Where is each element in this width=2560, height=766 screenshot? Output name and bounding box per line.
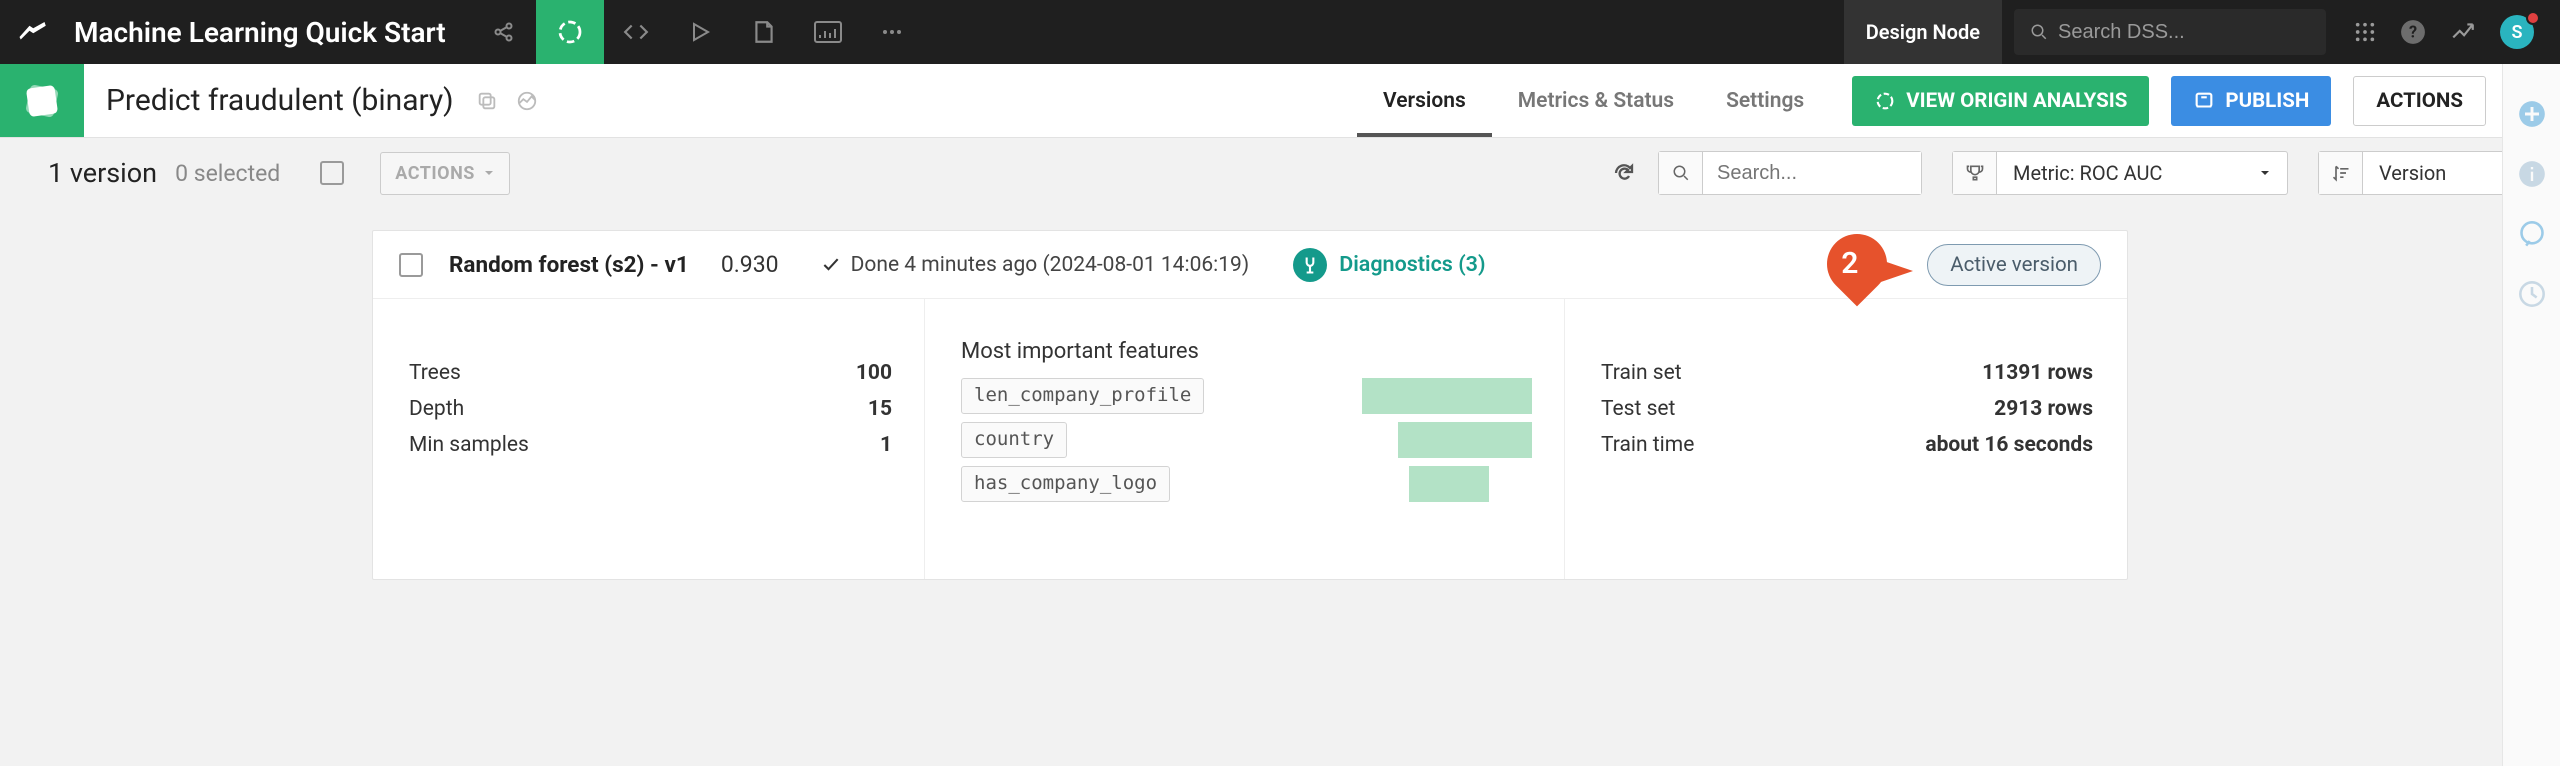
history-icon[interactable]: [2518, 280, 2546, 308]
user-avatar[interactable]: S: [2500, 15, 2538, 49]
share-icon[interactable]: [472, 0, 536, 64]
flow-icon[interactable]: [536, 0, 604, 64]
importance-bar: [1362, 378, 1532, 414]
feature-row: has_company_logo: [961, 466, 1532, 502]
importance-bar: [1409, 466, 1489, 502]
publish-icon: [2193, 90, 2215, 112]
feature-importance-panel: Most important features len_company_prof…: [925, 299, 1565, 579]
actions-button[interactable]: ACTIONS: [2353, 76, 2486, 126]
model-score: 0.930: [721, 251, 779, 278]
help-icon[interactable]: ?: [2400, 19, 2426, 45]
tab-settings[interactable]: Settings: [1700, 64, 1830, 137]
page-title: Predict fraudulent (binary): [84, 64, 454, 137]
training-status: Done 4 minutes ago (2024-08-01 14:06:19): [821, 253, 1250, 277]
add-icon[interactable]: [2518, 100, 2546, 128]
copy-icon[interactable]: [476, 90, 498, 112]
feature-importance-title: Most important features: [961, 339, 1532, 364]
activity-icon[interactable]: [2450, 19, 2476, 45]
right-dock: [2502, 64, 2560, 766]
card-header: Random forest (s2) - v1 0.930 Done 4 min…: [373, 231, 2127, 299]
selected-count: 0 selected: [175, 160, 280, 187]
active-version-badge[interactable]: Active version: [1927, 244, 2101, 286]
select-all-checkbox[interactable]: [320, 161, 344, 185]
notification-dot: [2526, 11, 2540, 25]
dataset-icon[interactable]: [732, 0, 796, 64]
chat-icon[interactable]: [2518, 220, 2546, 248]
chevron-down-icon: [483, 167, 495, 179]
search-versions[interactable]: [1658, 151, 1922, 195]
publish-label: PUBLISH: [2225, 89, 2309, 113]
code-icon[interactable]: [604, 0, 668, 64]
dashboard-icon[interactable]: [796, 0, 860, 64]
info-icon[interactable]: [2518, 160, 2546, 188]
global-search-input[interactable]: [2058, 21, 2310, 44]
version-count: 1 version: [48, 157, 157, 189]
training-stats-panel: Train set11391 rows Test set2913 rows Tr…: [1565, 299, 2125, 579]
view-origin-label: VIEW ORIGIN ANALYSIS: [1906, 89, 2127, 113]
feature-chip: has_company_logo: [961, 466, 1170, 502]
apps-grid-icon[interactable]: [2354, 21, 2376, 43]
search-versions-input[interactable]: [1703, 152, 1921, 194]
design-node-label[interactable]: Design Node: [1844, 0, 2002, 64]
model-version-card: Random forest (s2) - v1 0.930 Done 4 min…: [372, 230, 2128, 580]
svg-text:?: ?: [2409, 22, 2417, 41]
hyperparameters-panel: Trees100 Depth15 Min samples1: [373, 299, 925, 579]
page-subheader: Predict fraudulent (binary) Versions Met…: [0, 64, 2560, 138]
select-version-checkbox[interactable]: [399, 253, 423, 277]
app-logo[interactable]: [0, 0, 64, 64]
tab-versions[interactable]: Versions: [1357, 64, 1492, 137]
bulk-actions-label: ACTIONS: [395, 163, 475, 184]
diagnostics-icon: [1293, 248, 1327, 282]
filter-bar: 1 version 0 selected ACTIONS Metric: ROC…: [0, 138, 2560, 208]
trophy-icon: [1953, 152, 1997, 194]
target-icon: [1874, 90, 1896, 112]
importance-bar: [1398, 422, 1532, 458]
publish-button[interactable]: PUBLISH: [2171, 76, 2331, 126]
global-topbar: Machine Learning Quick Start Design Node…: [0, 0, 2560, 64]
avatar-initial: S: [2512, 22, 2523, 43]
tab-metrics[interactable]: Metrics & Status: [1492, 64, 1700, 137]
feature-row: country: [961, 422, 1532, 458]
check-icon: [821, 255, 841, 275]
bulk-actions-dropdown[interactable]: ACTIONS: [380, 152, 510, 195]
feature-chip: country: [961, 422, 1067, 458]
view-origin-analysis-button[interactable]: VIEW ORIGIN ANALYSIS: [1852, 76, 2149, 126]
page-tabs: Versions Metrics & Status Settings: [1357, 64, 1830, 137]
search-icon: [1659, 152, 1703, 194]
model-icon[interactable]: [0, 64, 84, 137]
chevron-down-icon: [2259, 167, 2271, 179]
annotation-marker: 2: [1809, 240, 1905, 290]
sort-select-label: Version: [2379, 161, 2446, 185]
globe-icon[interactable]: [516, 90, 538, 112]
play-icon[interactable]: [668, 0, 732, 64]
sort-icon: [2319, 152, 2363, 194]
metric-select-label: Metric: ROC AUC: [2013, 161, 2162, 185]
metric-select[interactable]: Metric: ROC AUC: [1952, 151, 2288, 195]
more-icon[interactable]: [860, 0, 924, 64]
feature-chip: len_company_profile: [961, 378, 1204, 414]
model-name[interactable]: Random forest (s2) - v1: [449, 252, 689, 278]
search-icon: [2030, 22, 2048, 42]
global-search[interactable]: [2014, 9, 2326, 55]
diagnostics-link[interactable]: Diagnostics (3): [1293, 248, 1485, 282]
refresh-icon[interactable]: [1612, 161, 1636, 185]
project-title[interactable]: Machine Learning Quick Start: [64, 0, 472, 64]
feature-row: len_company_profile: [961, 378, 1532, 414]
